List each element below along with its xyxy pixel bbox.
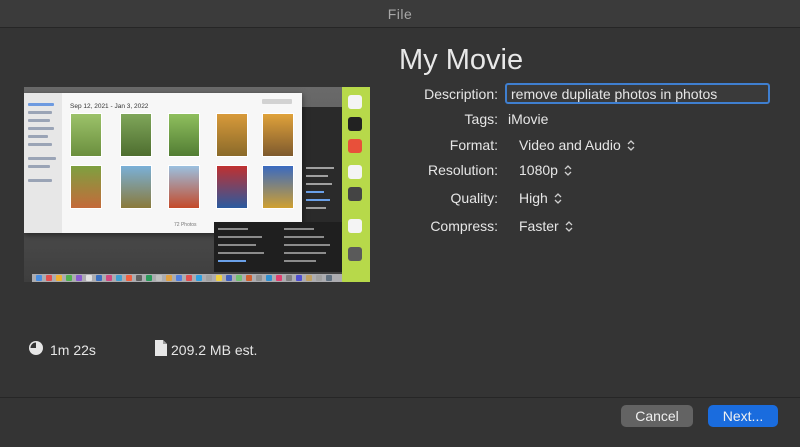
resolution-value: 1080p [519,162,558,178]
compress-popup[interactable]: Faster [519,218,573,234]
footer-divider [0,397,800,398]
movie-preview-thumbnail: Sep 12, 2021 - Jan 3, 2022 72 Photos [24,87,370,282]
preview-toolbar [262,99,292,104]
share-file-dialog: File Sep 12, 2021 - Jan 3, 2022 72 Photo… [0,0,800,447]
format-popup[interactable]: Video and Audio [519,137,635,153]
preview-photo [262,165,294,209]
clock-icon [28,340,44,359]
quality-value: High [519,190,548,206]
preview-photo [120,165,152,209]
title-bar: File [0,0,800,28]
preview-desktop-icons [342,87,370,282]
tags-field[interactable]: iMovie [508,111,548,127]
preview-photo [262,113,294,157]
preview-photo [70,113,102,157]
preview-photo [120,113,152,157]
preview-photo [168,113,200,157]
tags-label: Tags: [464,111,498,127]
chevron-updown-icon [565,220,573,233]
window-title: File [387,5,413,22]
resolution-popup[interactable]: 1080p [519,162,572,178]
document-icon [155,340,167,359]
size-info: 209.2 MB est. [155,340,257,359]
preview-info-panel [302,107,342,222]
preview-date-range: Sep 12, 2021 - Jan 3, 2022 [70,103,149,110]
preview-photo [168,165,200,209]
preview-info-pane [214,222,342,272]
preview-photo [216,165,248,209]
chevron-updown-icon [564,164,572,177]
duration-info: 1m 22s [28,340,96,359]
description-input[interactable] [505,83,770,104]
preview-photos-window: Sep 12, 2021 - Jan 3, 2022 72 Photos [24,93,302,233]
quality-label: Quality: [450,190,498,206]
format-label: Format: [449,137,498,153]
description-label: Description: [424,86,498,102]
preview-sidebar [24,93,62,233]
quality-popup[interactable]: High [519,190,562,206]
duration-value: 1m 22s [50,341,96,358]
cancel-button[interactable]: Cancel [621,405,693,427]
movie-title[interactable]: My Movie [399,44,523,77]
compress-label: Compress: [430,218,498,234]
resolution-label: Resolution: [427,162,498,178]
preview-dock [32,274,342,282]
next-button[interactable]: Next... [708,405,778,427]
format-value: Video and Audio [519,137,621,153]
chevron-updown-icon [554,192,562,205]
chevron-updown-icon [627,139,635,152]
preview-photo [216,113,248,157]
compress-value: Faster [519,218,559,234]
size-value: 209.2 MB est. [171,341,258,358]
preview-photo [70,165,102,209]
preview-photo-count: 72 Photos [174,222,197,228]
